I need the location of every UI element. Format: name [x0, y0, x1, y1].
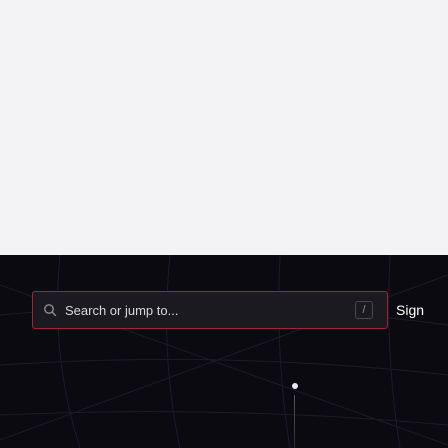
shortcut-key-badge: /: [355, 301, 373, 319]
site-header: Search or jump to... / Sign: [0, 291, 448, 331]
scroll-indicator-dot: [292, 383, 298, 389]
search-placeholder: Search or jump to...: [65, 302, 179, 318]
sign-in-link[interactable]: Sign: [396, 291, 424, 329]
search-input[interactable]: Search or jump to... /: [32, 291, 388, 329]
search-icon: [43, 303, 57, 317]
page: Search or jump to... / Sign: [0, 0, 448, 448]
scroll-indicator-line: [294, 395, 295, 448]
hero-background: [0, 255, 448, 448]
background-grid: [0, 255, 448, 448]
blank-area: [0, 0, 448, 255]
